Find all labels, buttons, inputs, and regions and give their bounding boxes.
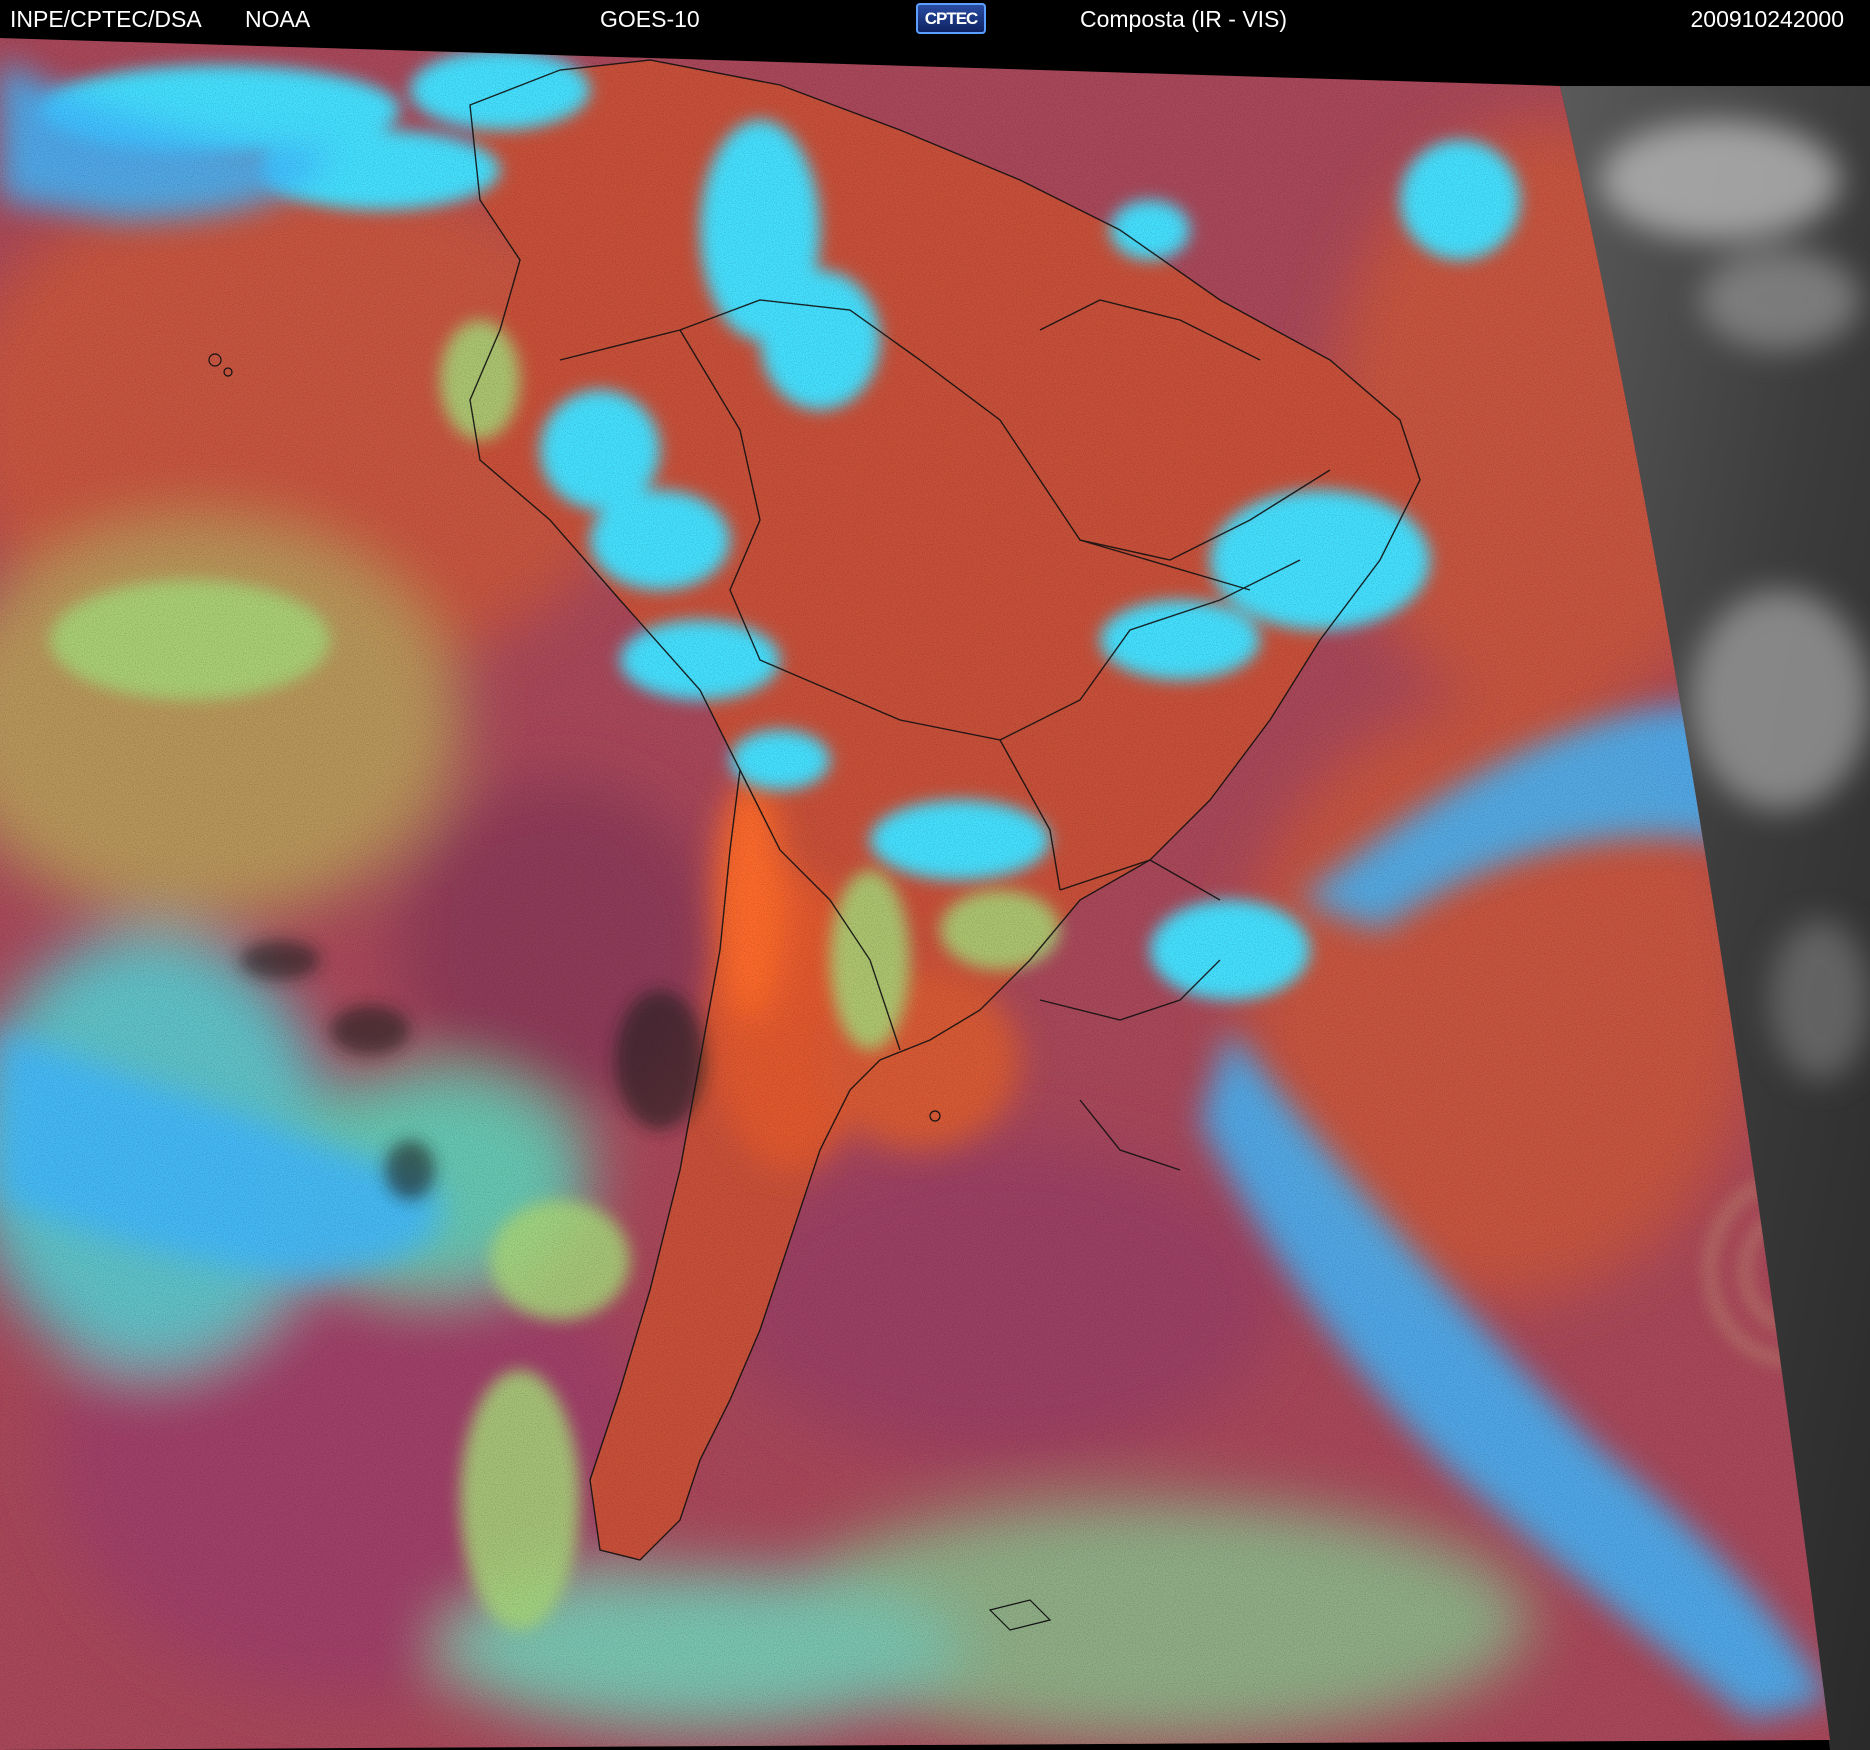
- product-label: Composta (IR - VIS): [1080, 6, 1288, 32]
- organization-label: INPE/CPTEC/DSA: [10, 6, 202, 32]
- satellite-composite-image: [0, 0, 1870, 1750]
- satellite-image-frame: INPE/CPTEC/DSA NOAA GOES-10 Composta (IR…: [0, 0, 1870, 1750]
- timestamp-label: 200910242000: [1690, 6, 1845, 32]
- agency-label: NOAA: [245, 6, 311, 32]
- satellite-label: GOES-10: [600, 6, 700, 32]
- cptec-logo: CPTEC: [916, 3, 986, 34]
